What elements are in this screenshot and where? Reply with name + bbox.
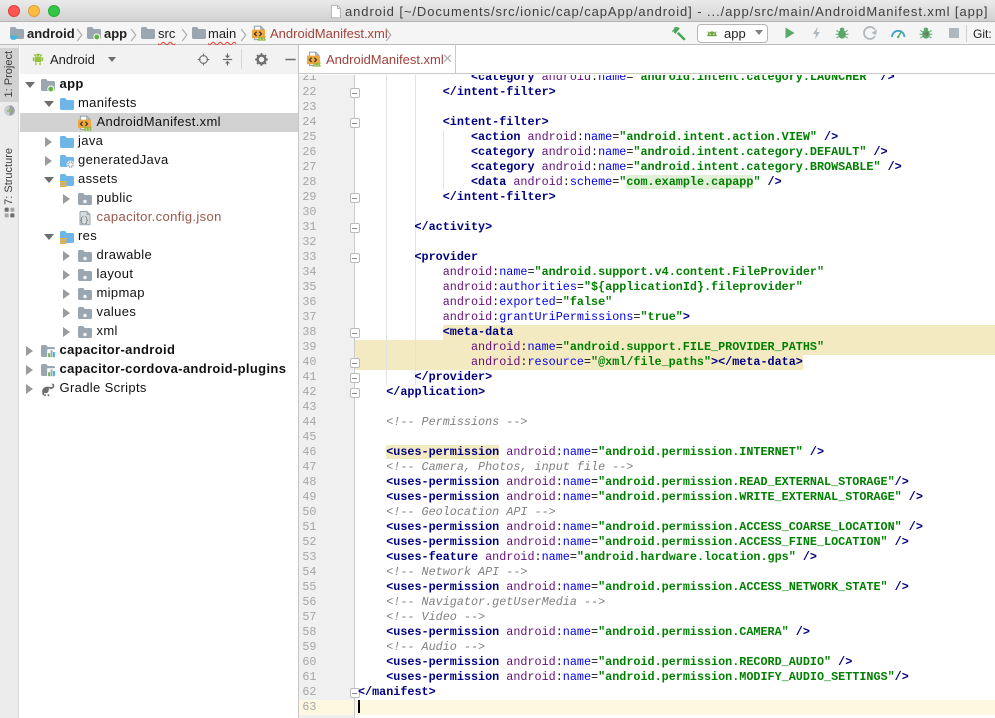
svg-text:{}: {}	[79, 216, 89, 225]
